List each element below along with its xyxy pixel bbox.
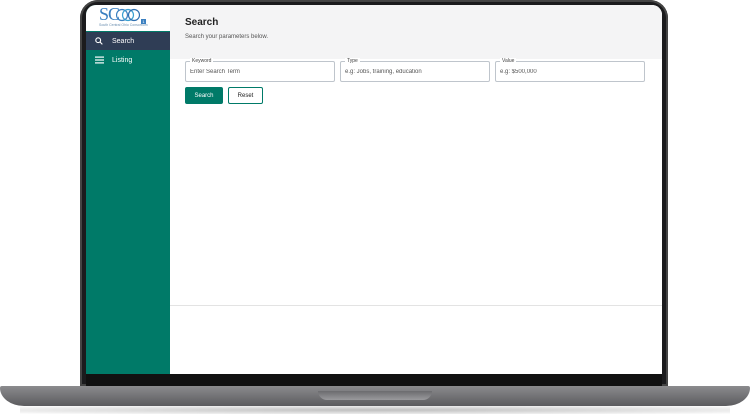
- sidebar: SC South Central Ohio Consortium 1 Searc…: [86, 5, 170, 374]
- search-button[interactable]: Search: [185, 87, 223, 104]
- keyword-field: Keyword: [185, 58, 335, 82]
- page-title: Search: [185, 17, 219, 28]
- laptop-base-groove: [318, 391, 432, 400]
- laptop-shadow: [20, 406, 730, 414]
- type-field: Type: [340, 58, 490, 82]
- sidebar-item-label: Listing: [112, 56, 133, 64]
- keyword-input[interactable]: [190, 62, 328, 81]
- page-subtitle: Search your parameters below.: [185, 34, 269, 40]
- value-field: Value: [495, 58, 645, 82]
- reset-button[interactable]: Reset: [228, 87, 263, 104]
- sidebar-item-listing[interactable]: Listing: [86, 51, 170, 69]
- laptop-bezel-bottom: [86, 374, 662, 386]
- sidebar-item-search[interactable]: Search: [86, 32, 170, 50]
- sidebar-item-label: Search: [112, 37, 135, 45]
- main-content: Search Search your parameters below. Key…: [170, 5, 662, 374]
- logo[interactable]: SC South Central Ohio Consortium 1: [86, 5, 170, 33]
- page-header: Search Search your parameters below.: [170, 5, 662, 59]
- value-input[interactable]: [500, 62, 638, 81]
- footer-divider: [170, 305, 662, 306]
- menu-icon: [86, 56, 112, 64]
- search-icon: [86, 37, 112, 45]
- laptop-screen: SC South Central Ohio Consortium 1 Searc…: [86, 5, 662, 374]
- type-input[interactable]: [345, 62, 483, 81]
- logo-rings-icon: [116, 8, 140, 22]
- logo-badge: 1: [141, 19, 146, 24]
